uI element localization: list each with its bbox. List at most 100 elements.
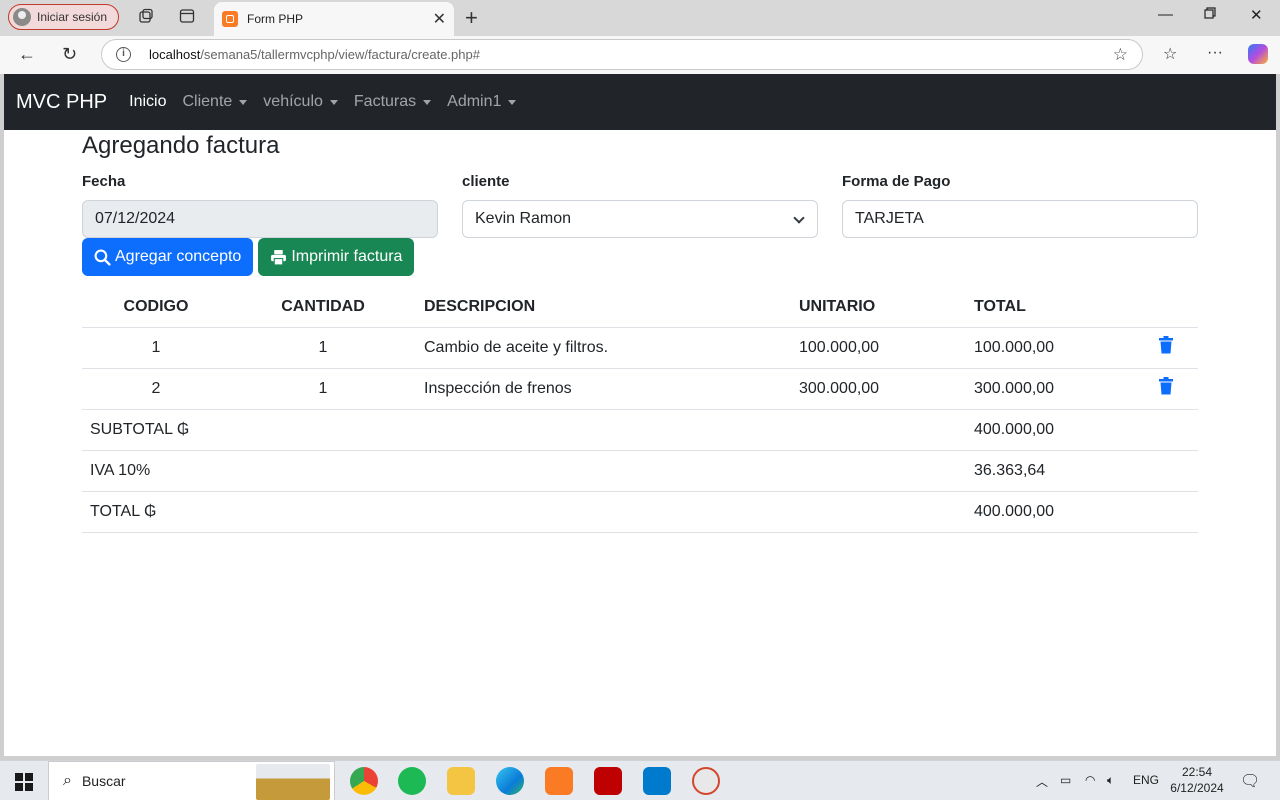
invoice-table: CODIGO CANTIDAD DESCRIPCION UNITARIO TOT… (82, 287, 1198, 533)
cliente-label: cliente (462, 173, 510, 190)
clock[interactable]: 22:54 6/12/2024 (1165, 764, 1229, 796)
git-app-icon[interactable] (692, 767, 720, 795)
table-row: 1 1 Cambio de aceite y filtros. 100.000,… (82, 327, 1198, 369)
page-viewport: MVC PHP Inicio Cliente vehículo Facturas… (4, 74, 1276, 756)
close-window-icon[interactable]: ✕ (1250, 6, 1263, 24)
cell-total: 100.000,00 (966, 327, 1126, 369)
cell-cantidad: 1 (230, 368, 416, 410)
main-container: Agregando factura Fecha 07/12/2024 clien… (82, 130, 1198, 533)
chrome-icon[interactable] (350, 767, 378, 795)
browser-tab-strip: Iniciar sesión Form PHP ✕ + — ✕ (0, 0, 1280, 36)
imprimir-factura-button[interactable]: Imprimir factura (258, 238, 415, 276)
dropdown-caret-icon (508, 99, 517, 105)
nav-admin[interactable]: Admin1 (447, 93, 517, 111)
agregar-concepto-button[interactable]: Agregar concepto (82, 238, 254, 276)
col-codigo: CODIGO (82, 287, 230, 328)
favorite-star-icon[interactable]: ☆ (1113, 45, 1128, 65)
table-row: 2 1 Inspección de frenos 300.000,00 300.… (82, 368, 1198, 410)
page-title: Agregando factura (82, 132, 280, 159)
nav-facturas[interactable]: Facturas (353, 93, 432, 111)
clock-time: 22:54 (1181, 765, 1213, 779)
col-descripcion: DESCRIPCION (416, 287, 791, 328)
trash-icon (1159, 336, 1173, 354)
profile-button[interactable]: Iniciar sesión (8, 4, 119, 30)
taskbar-search[interactable]: ⌕ Buscar (48, 761, 335, 800)
iva-value: 36.363,64 (966, 450, 1126, 492)
action-buttons: Agregar concepto Imprimir factura (82, 238, 1198, 276)
address-toolbar: ← ↻ i localhost/semana5/tallermvcphp/vie… (0, 36, 1280, 74)
forma-pago-input[interactable]: TARJETA (842, 200, 1198, 238)
more-options-icon[interactable]: ··· (1207, 44, 1223, 62)
nav-inicio[interactable]: Inicio (129, 93, 166, 111)
table-header-row: CODIGO CANTIDAD DESCRIPCION UNITARIO TOT… (82, 287, 1198, 328)
cell-descripcion: Cambio de aceite y filtros. (416, 327, 791, 369)
iva-row: IVA 10% 36.363,64 (82, 450, 1198, 492)
nav-cliente[interactable]: Cliente (182, 93, 248, 111)
tab-actions-icon[interactable] (178, 8, 196, 26)
col-cantidad: CANTIDAD (230, 287, 416, 328)
windows-taskbar: ⌕ Buscar ︿ ▭ ◠ 🔈︎ ENG 22:54 6/12/2024 🗨︎ (0, 760, 1280, 800)
col-total: TOTAL (966, 287, 1126, 328)
fecha-label: Fecha (82, 173, 126, 190)
total-value: 400.000,00 (966, 491, 1126, 533)
col-unitario: UNITARIO (791, 287, 966, 328)
show-hidden-icons-chevron-up-icon[interactable]: ︿ (1036, 773, 1048, 790)
tab-form-php[interactable]: Form PHP ✕ (214, 2, 454, 36)
nav-vehiculo[interactable]: vehículo (263, 93, 338, 111)
battery-icon[interactable]: ▭ (1060, 773, 1071, 787)
minimize-icon[interactable]: — (1158, 6, 1173, 23)
cell-codigo: 2 (82, 368, 230, 410)
volume-icon[interactable]: 🔈︎ (1107, 773, 1114, 788)
delete-row-button[interactable] (1126, 368, 1198, 410)
delete-row-button[interactable] (1126, 327, 1198, 369)
search-highlight-image (256, 764, 330, 800)
copilot-icon[interactable] (1248, 44, 1268, 64)
xampp-icon[interactable] (545, 767, 573, 795)
agregar-concepto-label: Agregar concepto (115, 248, 242, 265)
favorites-icon[interactable]: ☆ (1163, 44, 1177, 64)
clock-date: 6/12/2024 (1170, 781, 1224, 795)
cell-codigo: 1 (82, 327, 230, 369)
filezilla-icon[interactable] (594, 767, 622, 795)
empty-cell (1126, 409, 1198, 451)
vscode-icon[interactable] (643, 767, 671, 795)
search-icon (94, 249, 111, 266)
restore-icon[interactable] (1204, 6, 1216, 23)
close-tab-icon[interactable]: ✕ (433, 9, 446, 29)
total-label: TOTAL ₲ (82, 491, 966, 533)
cell-descripcion: Inspección de frenos (416, 368, 791, 410)
tab-title: Form PHP (247, 12, 304, 26)
empty-cell (1126, 450, 1198, 492)
language-indicator[interactable]: ENG (1133, 773, 1159, 787)
notifications-icon[interactable]: 🗨︎ (1240, 771, 1260, 791)
navbar-brand[interactable]: MVC PHP (16, 91, 107, 114)
reload-icon[interactable]: ↻ (62, 44, 77, 65)
url-host: localhost (149, 47, 201, 62)
subtotal-label: SUBTOTAL ₲ (82, 409, 966, 451)
profile-label: Iniciar sesión (37, 10, 108, 24)
cell-unitario: 300.000,00 (791, 368, 966, 410)
printer-icon (270, 249, 287, 266)
trash-icon (1159, 377, 1173, 395)
nav-vehiculo-label: vehículo (263, 93, 323, 110)
empty-cell (1126, 491, 1198, 533)
spotify-icon[interactable] (398, 767, 426, 795)
workspaces-icon[interactable] (137, 8, 155, 26)
xampp-favicon-icon (222, 11, 238, 27)
dropdown-caret-icon (423, 99, 432, 105)
url-field[interactable]: i localhost/semana5/tallermvcphp/view/fa… (101, 39, 1143, 70)
cell-unitario: 100.000,00 (791, 327, 966, 369)
windows-start-icon[interactable] (15, 773, 33, 791)
back-arrow-icon[interactable]: ← (18, 44, 36, 65)
cliente-select[interactable]: Kevin Ramon (462, 200, 818, 238)
edge-icon[interactable] (496, 767, 524, 795)
forma-pago-label: Forma de Pago (842, 173, 951, 190)
iva-label: IVA 10% (82, 450, 966, 492)
nav-facturas-label: Facturas (353, 93, 417, 110)
new-tab-icon[interactable]: + (465, 5, 478, 31)
site-info-icon[interactable]: i (116, 47, 131, 62)
nav-inicio-label: Inicio (129, 93, 167, 110)
cell-total: 300.000,00 (966, 368, 1126, 410)
file-explorer-icon[interactable] (447, 767, 475, 795)
wifi-icon[interactable]: ◠ (1085, 773, 1095, 787)
